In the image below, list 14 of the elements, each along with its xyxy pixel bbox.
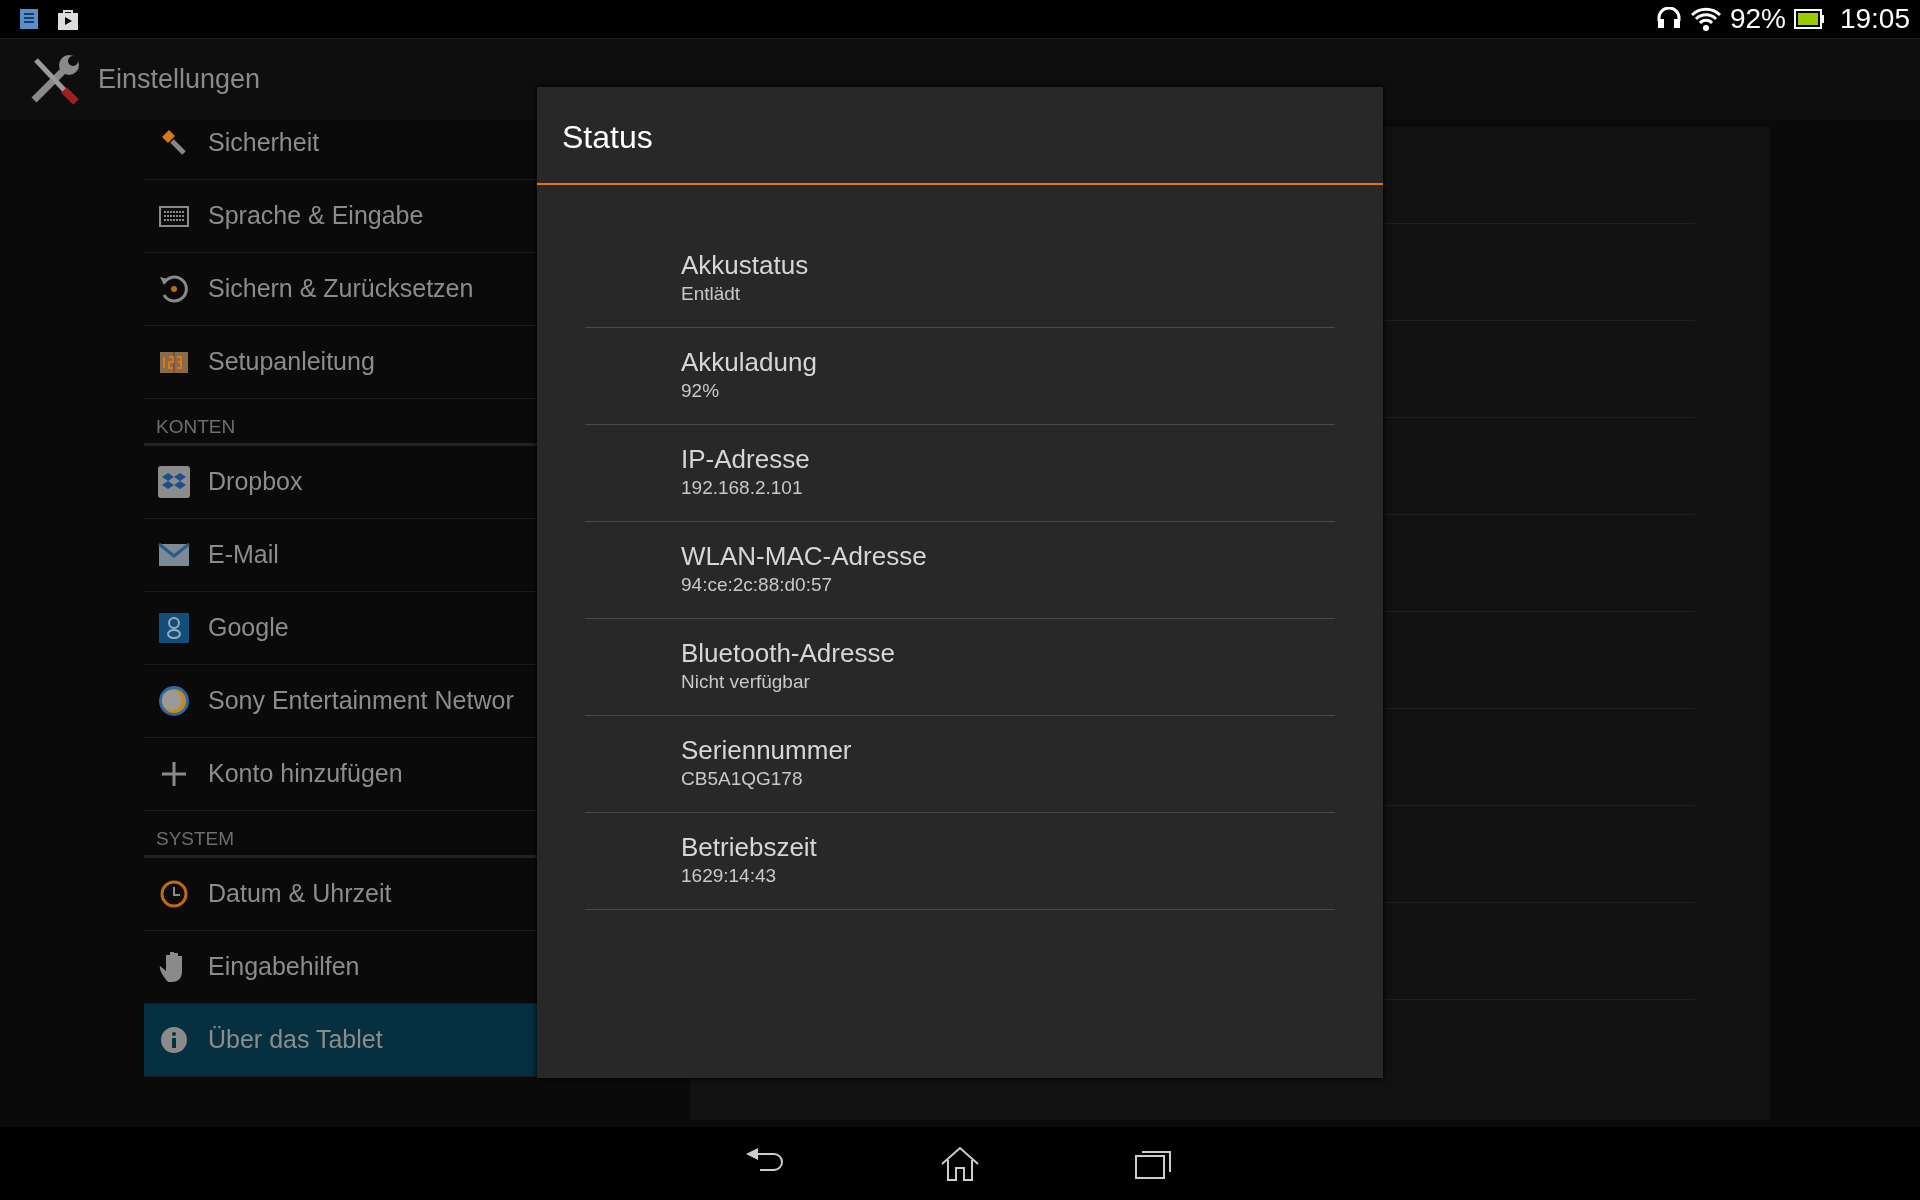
dropbox-icon bbox=[158, 466, 190, 498]
battery-icon bbox=[1793, 9, 1824, 29]
clock-time: 19:05 bbox=[1839, 2, 1910, 36]
notification-icon bbox=[18, 7, 40, 31]
info-icon bbox=[158, 1024, 190, 1056]
dialog-title: Status bbox=[537, 87, 1383, 185]
battery-percentage: 92% bbox=[1729, 2, 1786, 36]
app-title: Einstellungen bbox=[98, 63, 261, 97]
clock-icon bbox=[158, 878, 190, 910]
headset-icon bbox=[1655, 7, 1682, 31]
globe-icon bbox=[158, 685, 190, 717]
shopping-bag-icon bbox=[56, 7, 80, 31]
restore-icon bbox=[158, 273, 190, 305]
wifi-icon bbox=[1689, 5, 1722, 33]
